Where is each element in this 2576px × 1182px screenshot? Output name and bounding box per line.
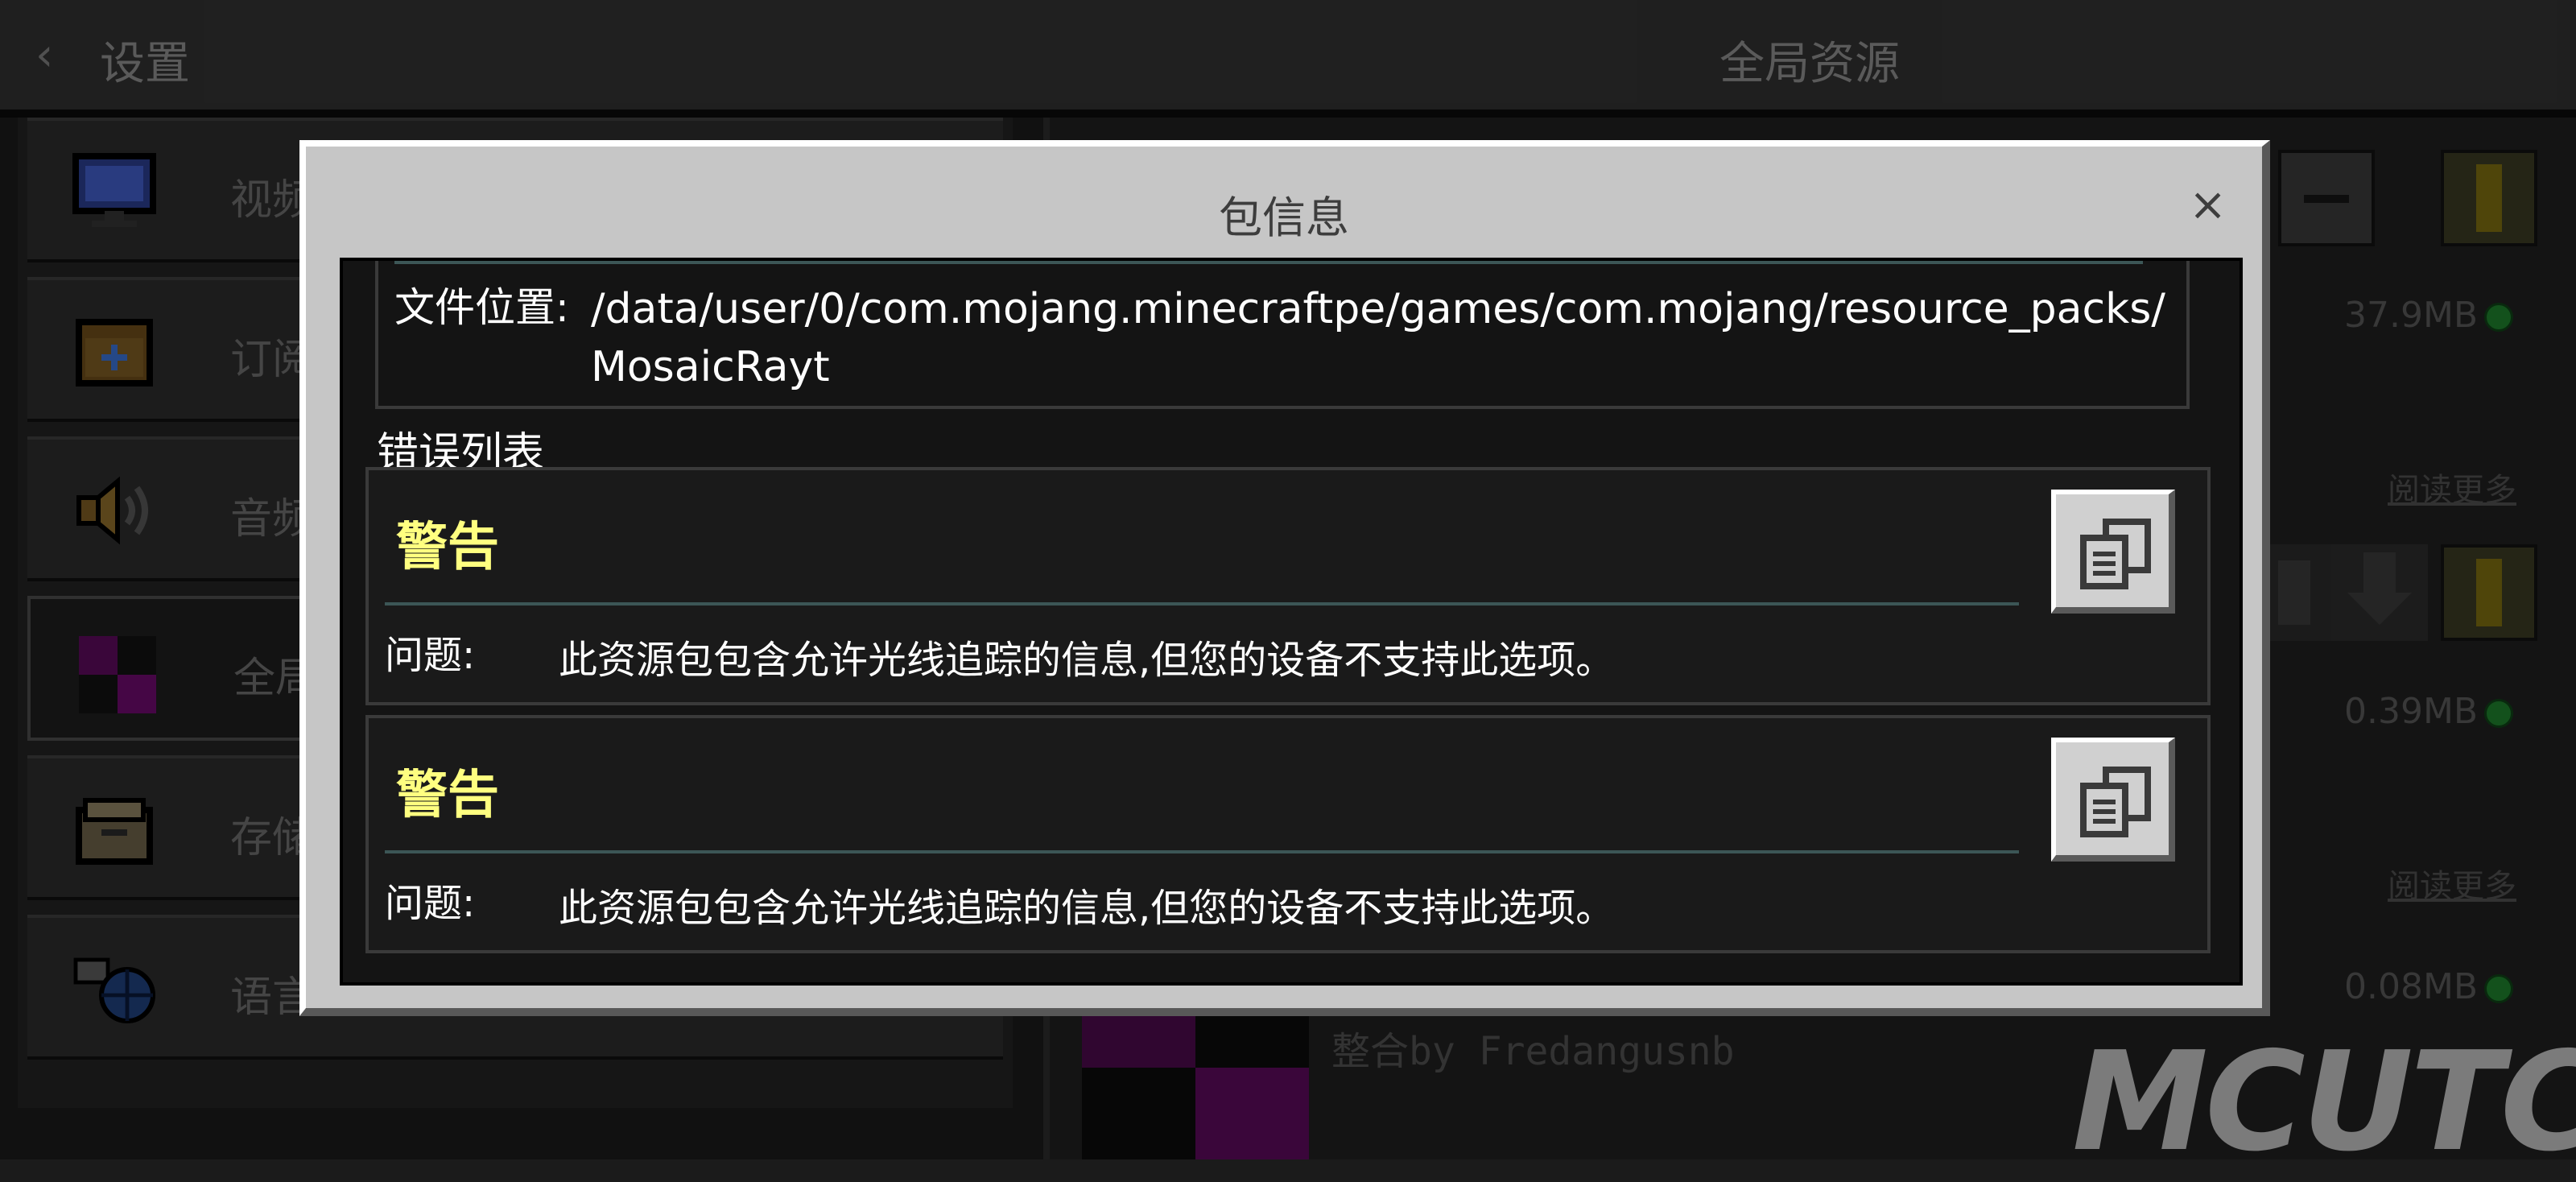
dialog-content[interactable]: 文件位置: /data/user/0/com.mojang.minecraftp…: [340, 258, 2243, 986]
file-location-label: 文件位置:: [394, 284, 569, 331]
file-location-value: /data/user/0/com.mojang.minecraftpe/game…: [591, 285, 2165, 391]
copy-icon: [2080, 519, 2151, 589]
issue-text: 此资源包包含允许光线追踪的信息,但您的设备不支持此选项。: [559, 886, 1615, 931]
dialog-title: 包信息: [1219, 192, 1349, 243]
file-location-box: 文件位置: /data/user/0/com.mojang.minecraftp…: [375, 261, 2190, 409]
error-item: 警告 问题: 此资源包包含允许光线追踪的信息,但您的设备不支持此选项。: [365, 467, 2211, 705]
warning-title: 警告: [396, 518, 499, 577]
warning-title: 警告: [396, 766, 499, 825]
close-icon[interactable]: ×: [2189, 179, 2227, 231]
divider: [394, 261, 2143, 264]
divider: [385, 602, 2019, 605]
pack-info-dialog: 包信息 × 文件位置: /data/user/0/com.mojang.mine…: [299, 140, 2270, 1016]
error-item: 警告 问题: 此资源包包含允许光线追踪的信息,但您的设备不支持此选项。: [365, 715, 2211, 953]
copy-button[interactable]: [2051, 738, 2175, 862]
issue-label: 问题:: [385, 881, 476, 926]
copy-button[interactable]: [2051, 490, 2175, 614]
divider: [385, 850, 2019, 853]
copy-icon: [2080, 767, 2151, 837]
issue-label: 问题:: [385, 633, 476, 678]
issue-text: 此资源包包含允许光线追踪的信息,但您的设备不支持此选项。: [559, 638, 1615, 683]
